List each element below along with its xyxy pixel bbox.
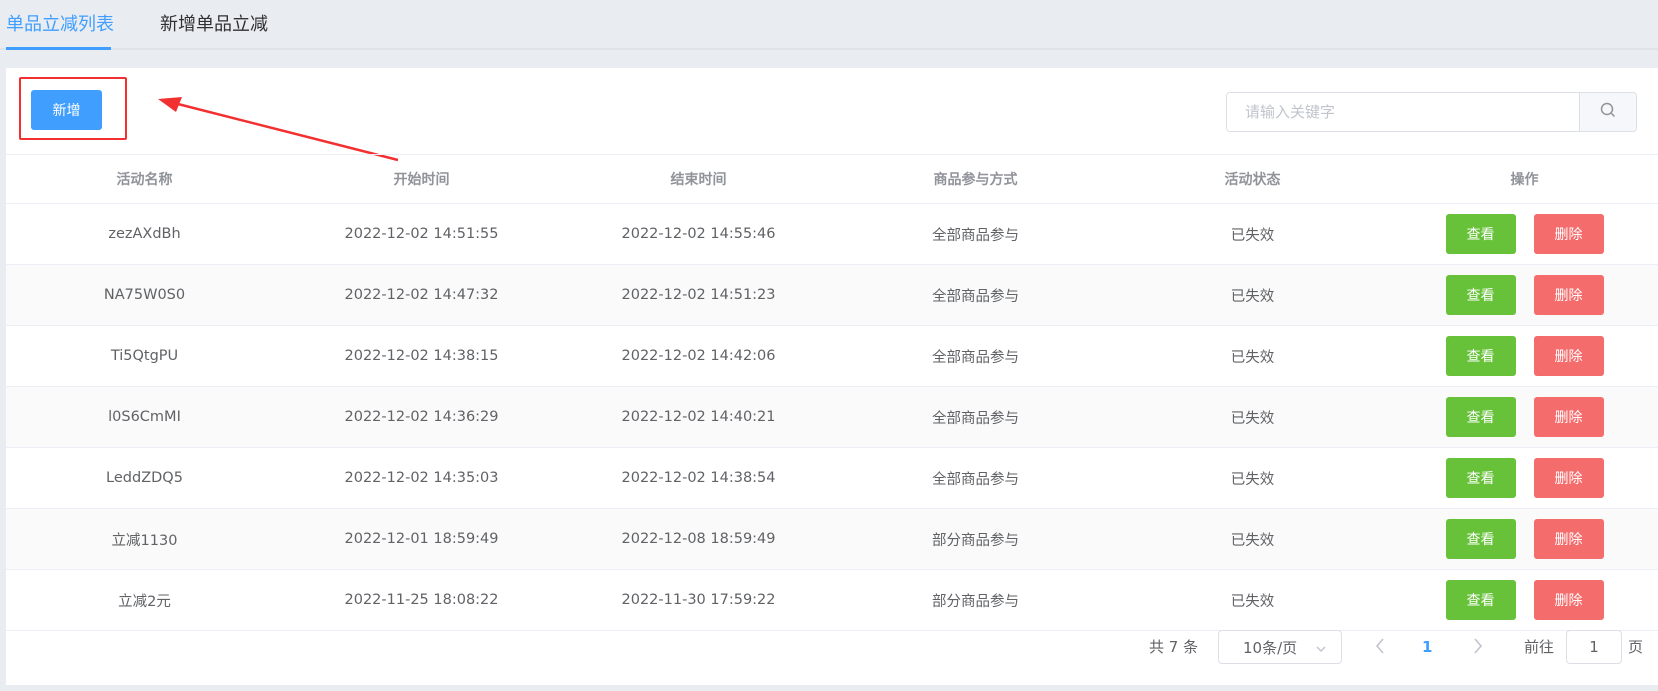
chevron-right-icon[interactable]: [1472, 637, 1484, 659]
table-header: 活动名称 开始时间 结束时间 商品参与方式 活动状态 操作: [6, 154, 1658, 204]
page-size-value: 10条/页: [1243, 638, 1298, 657]
header-actions: 操作: [1510, 172, 1539, 188]
cell-activity-name: LeddZDQ5: [106, 470, 183, 486]
cell-status: 已失效: [1230, 288, 1275, 305]
header-start-time: 开始时间: [393, 172, 450, 188]
content-card: 新增 活动名称 开始时间 结束时间 商品参与方式 活动状态 操作 zezAXdB…: [6, 68, 1658, 685]
page-size-select[interactable]: 10条/页: [1218, 630, 1342, 664]
view-button[interactable]: 查看: [1445, 214, 1516, 254]
search-box: [1226, 92, 1637, 132]
cell-actions: 查看 删除: [1391, 326, 1658, 386]
page-number-current[interactable]: 1: [1422, 631, 1432, 663]
cell-actions: 查看 删除: [1391, 265, 1658, 325]
cell-start-time: 2022-12-02 14:35:03: [344, 470, 499, 486]
cell-start-time: 2022-12-02 14:51:55: [344, 226, 499, 242]
view-button[interactable]: 查看: [1445, 275, 1516, 315]
delete-button[interactable]: 删除: [1533, 275, 1604, 315]
table-row: NA75W0S0 2022-12-02 14:47:32 2022-12-02 …: [6, 265, 1658, 326]
cell-end-time: 2022-12-02 14:42:06: [621, 348, 776, 364]
cell-end-time: 2022-12-02 14:55:46: [621, 226, 776, 242]
pagination-total: 共 7 条: [1149, 638, 1199, 656]
table-row: 立减1130 2022-12-01 18:59:49 2022-12-08 18…: [6, 509, 1658, 570]
cell-participation-mode: 全部商品参与: [932, 471, 1019, 488]
cell-activity-name: 立减1130: [111, 532, 178, 549]
cell-activity-name: NA75W0S0: [103, 287, 186, 303]
chevron-down-icon: [1315, 641, 1327, 659]
cell-status: 已失效: [1230, 410, 1275, 427]
chevron-left-icon[interactable]: [1374, 637, 1386, 659]
cell-end-time: 2022-12-02 14:38:54: [621, 470, 776, 486]
pagination: 共 7 条 10条/页 1 前往 页: [6, 621, 1658, 673]
view-button[interactable]: 查看: [1445, 397, 1516, 437]
cell-participation-mode: 全部商品参与: [932, 349, 1019, 366]
delete-button[interactable]: 删除: [1533, 214, 1604, 254]
delete-button[interactable]: 删除: [1533, 519, 1604, 559]
tab-single-discount-list[interactable]: 单品立减列表: [6, 0, 114, 50]
add-button[interactable]: 新增: [31, 90, 102, 130]
cell-participation-mode: 部分商品参与: [932, 532, 1019, 549]
cell-start-time: 2022-12-02 14:38:15: [344, 348, 499, 364]
goto-page-input[interactable]: [1566, 630, 1622, 664]
cell-status: 已失效: [1230, 227, 1275, 244]
header-end-time: 结束时间: [670, 172, 727, 188]
cell-end-time: 2022-12-02 14:40:21: [621, 409, 776, 425]
view-button[interactable]: 查看: [1445, 458, 1516, 498]
cell-participation-mode: 全部商品参与: [932, 227, 1019, 244]
cell-actions: 查看 删除: [1391, 509, 1658, 569]
view-button[interactable]: 查看: [1445, 519, 1516, 559]
delete-button[interactable]: 删除: [1533, 580, 1604, 620]
cell-actions: 查看 删除: [1391, 204, 1658, 264]
cell-status: 已失效: [1230, 349, 1275, 366]
view-button[interactable]: 查看: [1445, 336, 1516, 376]
cell-participation-mode: 全部商品参与: [932, 410, 1019, 427]
search-input[interactable]: [1227, 93, 1579, 131]
cell-start-time: 2022-12-01 18:59:49: [344, 531, 499, 547]
table-row: l0S6CmMI 2022-12-02 14:36:29 2022-12-02 …: [6, 387, 1658, 448]
cell-end-time: 2022-12-02 14:51:23: [621, 287, 776, 303]
cell-start-time: 2022-12-02 14:36:29: [344, 409, 499, 425]
cell-end-time: 2022-12-08 18:59:49: [621, 531, 776, 547]
cell-actions: 查看 删除: [1391, 448, 1658, 508]
goto-label: 前往: [1524, 638, 1555, 656]
cell-start-time: 2022-12-02 14:47:32: [344, 287, 499, 303]
table-row: Ti5QtgPU 2022-12-02 14:38:15 2022-12-02 …: [6, 326, 1658, 387]
search-button[interactable]: [1579, 93, 1636, 131]
table-row: zezAXdBh 2022-12-02 14:51:55 2022-12-02 …: [6, 204, 1658, 265]
page-label: 页: [1628, 638, 1644, 656]
view-button[interactable]: 查看: [1445, 580, 1516, 620]
activity-table: 活动名称 开始时间 结束时间 商品参与方式 活动状态 操作 zezAXdBh 2…: [6, 154, 1658, 631]
header-activity-status: 活动状态: [1224, 172, 1281, 188]
active-tab-indicator: [6, 47, 111, 50]
table-row: LeddZDQ5 2022-12-02 14:35:03 2022-12-02 …: [6, 448, 1658, 509]
delete-button[interactable]: 删除: [1533, 458, 1604, 498]
cell-actions: 查看 删除: [1391, 387, 1658, 447]
delete-button[interactable]: 删除: [1533, 397, 1604, 437]
cell-status: 已失效: [1230, 532, 1275, 549]
cell-activity-name: l0S6CmMI: [108, 409, 181, 425]
cell-status: 已失效: [1230, 471, 1275, 488]
tab-bar: 单品立减列表 新增单品立减: [0, 0, 1658, 50]
delete-button[interactable]: 删除: [1533, 336, 1604, 376]
cell-activity-name: Ti5QtgPU: [110, 348, 179, 364]
tab-add-single-discount[interactable]: 新增单品立减: [160, 0, 268, 50]
header-activity-name: 活动名称: [116, 172, 173, 188]
cell-activity-name: zezAXdBh: [108, 226, 181, 242]
search-icon: [1600, 102, 1616, 122]
cell-participation-mode: 全部商品参与: [932, 288, 1019, 305]
header-participation-mode: 商品参与方式: [933, 172, 1018, 188]
